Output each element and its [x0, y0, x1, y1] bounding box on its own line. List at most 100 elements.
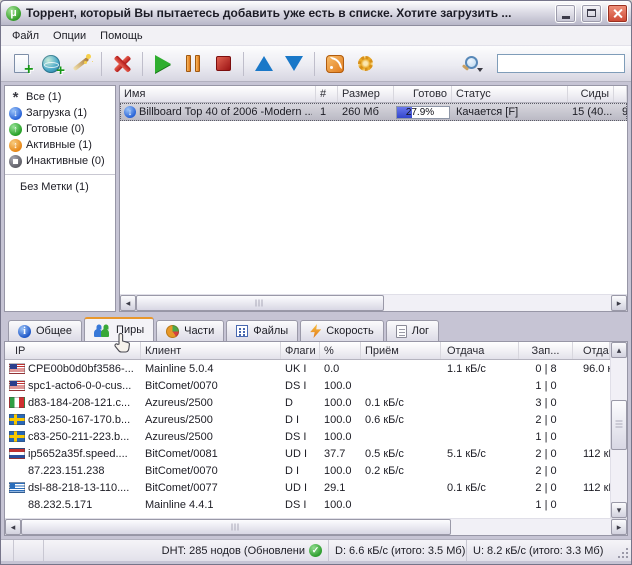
search-input[interactable]	[497, 54, 625, 73]
scrollbar-track[interactable]	[611, 358, 627, 400]
column-header-status[interactable]: Статус	[452, 86, 568, 102]
scroll-right-button[interactable]: ▸	[611, 295, 627, 311]
peer-ip: c83-250-167-170.b...	[28, 414, 130, 426]
column-header-up[interactable]: Отдача	[441, 342, 519, 359]
peers-hscrollbar[interactable]: ◂ ▸	[5, 518, 627, 535]
resize-grip[interactable]	[615, 540, 631, 561]
preferences-button[interactable]	[351, 50, 379, 78]
peer-row[interactable]: c83-250-211-223.b... Azureus/2500 DS I 1…	[5, 428, 610, 445]
peers-panel: IP Клиент Флаги % Приём Отдача Зап... От…	[4, 341, 628, 536]
tab-general[interactable]: i Общее	[8, 320, 82, 341]
active-icon	[9, 139, 22, 152]
files-icon	[236, 325, 248, 337]
torrent-list-hscrollbar[interactable]: ◂ ▸	[120, 294, 627, 311]
column-header-done[interactable]: Готово	[394, 86, 452, 102]
tab-pieces[interactable]: Части	[156, 320, 224, 341]
scroll-up-button[interactable]: ▴	[611, 342, 627, 358]
tab-label: Части	[184, 325, 214, 337]
peer-ip: CPE00b0d0bf3586-...	[28, 363, 134, 375]
column-header-ip[interactable]: IP	[5, 342, 141, 359]
tab-log[interactable]: Лог	[386, 320, 439, 341]
sidebar-item-inactive[interactable]: Инактивные (0)	[5, 153, 115, 169]
sidebar-item-active[interactable]: Активные (1)	[5, 137, 115, 153]
column-header-flags[interactable]: Флаги	[281, 342, 320, 359]
column-header-number[interactable]: #	[316, 86, 338, 102]
peer-row[interactable]: 87.223.151.238 BitComet/0070 D I 100.0 0…	[5, 462, 610, 479]
peer-reqs: 1 | 0	[519, 499, 573, 511]
pause-button[interactable]	[179, 50, 207, 78]
country-flag-icon	[9, 482, 25, 493]
add-from-url-button[interactable]	[37, 50, 65, 78]
peer-client: Azureus/2500	[141, 431, 281, 443]
scrollbar-track[interactable]	[451, 519, 611, 535]
sidebar-item-downloading[interactable]: Загрузка (1)	[5, 105, 115, 121]
maximize-icon	[587, 9, 596, 17]
peer-client: BitComet/0081	[141, 448, 281, 460]
rss-button[interactable]	[321, 50, 349, 78]
scroll-left-button[interactable]: ◂	[5, 519, 21, 535]
peers-vscrollbar[interactable]: ▴ ▾	[610, 342, 627, 518]
column-header-reqs[interactable]: Зап...	[519, 342, 573, 359]
create-torrent-button[interactable]	[67, 50, 95, 78]
peer-row[interactable]: c83-250-167-170.b... Azureus/2500 D I 10…	[5, 411, 610, 428]
move-up-button[interactable]	[250, 50, 278, 78]
scroll-down-button[interactable]: ▾	[611, 502, 627, 518]
remove-button[interactable]	[108, 50, 136, 78]
stop-button[interactable]	[209, 50, 237, 78]
peer-row[interactable]: spc1-acto6-0-0-cus... BitComet/0070 DS I…	[5, 377, 610, 394]
column-header-percent[interactable]: %	[320, 342, 361, 359]
column-header-name[interactable]: Имя	[120, 86, 316, 102]
peer-uploaded: 112 кБ	[573, 482, 610, 494]
peer-flags: DS I	[281, 499, 320, 511]
menu-help[interactable]: Помощь	[93, 28, 150, 44]
menu-options[interactable]: Опции	[46, 28, 93, 44]
torrent-size: 260 Мб	[338, 106, 394, 118]
add-torrent-button[interactable]	[7, 50, 35, 78]
column-header-size[interactable]: Размер	[338, 86, 394, 102]
minimize-button[interactable]	[555, 4, 576, 23]
peer-row[interactable]: dsl-88-218-13-110.... BitComet/0077 UD I…	[5, 479, 610, 496]
tab-files[interactable]: Файлы	[226, 320, 298, 341]
peer-row[interactable]: CPE00b0d0bf3586-... Mainline 5.0.4 UK I …	[5, 360, 610, 377]
scrollbar-thumb[interactable]	[611, 400, 627, 450]
scrollbar-thumb[interactable]	[21, 519, 451, 535]
close-button[interactable]	[607, 4, 628, 23]
start-button[interactable]	[149, 50, 177, 78]
peer-flags: DS I	[281, 431, 320, 443]
toolbar-separator	[142, 52, 143, 76]
check-circle-icon: ✓	[309, 544, 322, 557]
rss-icon	[326, 55, 344, 73]
peer-reqs: 2 | 0	[519, 414, 573, 426]
scrollbar-track[interactable]	[384, 295, 611, 311]
peer-row[interactable]: 88.232.5.171 Mainline 4.4.1 DS I 100.0 1…	[5, 496, 610, 513]
sidebar-item-all[interactable]: * Все (1)	[5, 89, 115, 105]
scrollbar-track[interactable]	[611, 450, 627, 502]
dht-text: DHT: 285 нодов (Обновлени	[162, 545, 305, 557]
tab-speed[interactable]: Скорость	[300, 320, 384, 341]
scroll-left-button[interactable]: ◂	[120, 295, 136, 311]
column-header-client[interactable]: Клиент	[141, 342, 281, 359]
maximize-button[interactable]	[581, 4, 602, 23]
scrollbar-thumb[interactable]	[136, 295, 384, 311]
peer-client: BitComet/0070	[141, 465, 281, 477]
peers-icon	[94, 324, 111, 337]
tab-label: Пиры	[116, 324, 144, 336]
peer-row[interactable]: d83-184-208-121.c... Azureus/2500 D 100.…	[5, 394, 610, 411]
search-menu-button[interactable]	[455, 50, 489, 78]
column-header-uploaded[interactable]: Отдан	[573, 342, 610, 359]
peer-percent: 100.0	[320, 397, 361, 409]
column-header-seeds[interactable]: Сиды	[568, 86, 614, 102]
column-header-down[interactable]: Приём	[361, 342, 441, 359]
menu-file[interactable]: Файл	[5, 28, 46, 44]
tab-label: Лог	[412, 325, 429, 337]
peer-percent: 100.0	[320, 499, 361, 511]
column-header-extra[interactable]	[614, 86, 627, 102]
sidebar-item-completed[interactable]: Готовые (0)	[5, 121, 115, 137]
add-torrent-icon	[14, 54, 29, 73]
move-down-button[interactable]	[280, 50, 308, 78]
sidebar-item-no-label[interactable]: Без Метки (1)	[5, 179, 115, 195]
torrent-row[interactable]: Billboard Top 40 of 2006 -Modern ... 1 2…	[120, 103, 627, 121]
peer-row[interactable]: ip5652a35f.speed.... BitComet/0081 UD I …	[5, 445, 610, 462]
tab-peers[interactable]: Пиры	[84, 317, 154, 341]
scroll-right-button[interactable]: ▸	[611, 519, 627, 535]
